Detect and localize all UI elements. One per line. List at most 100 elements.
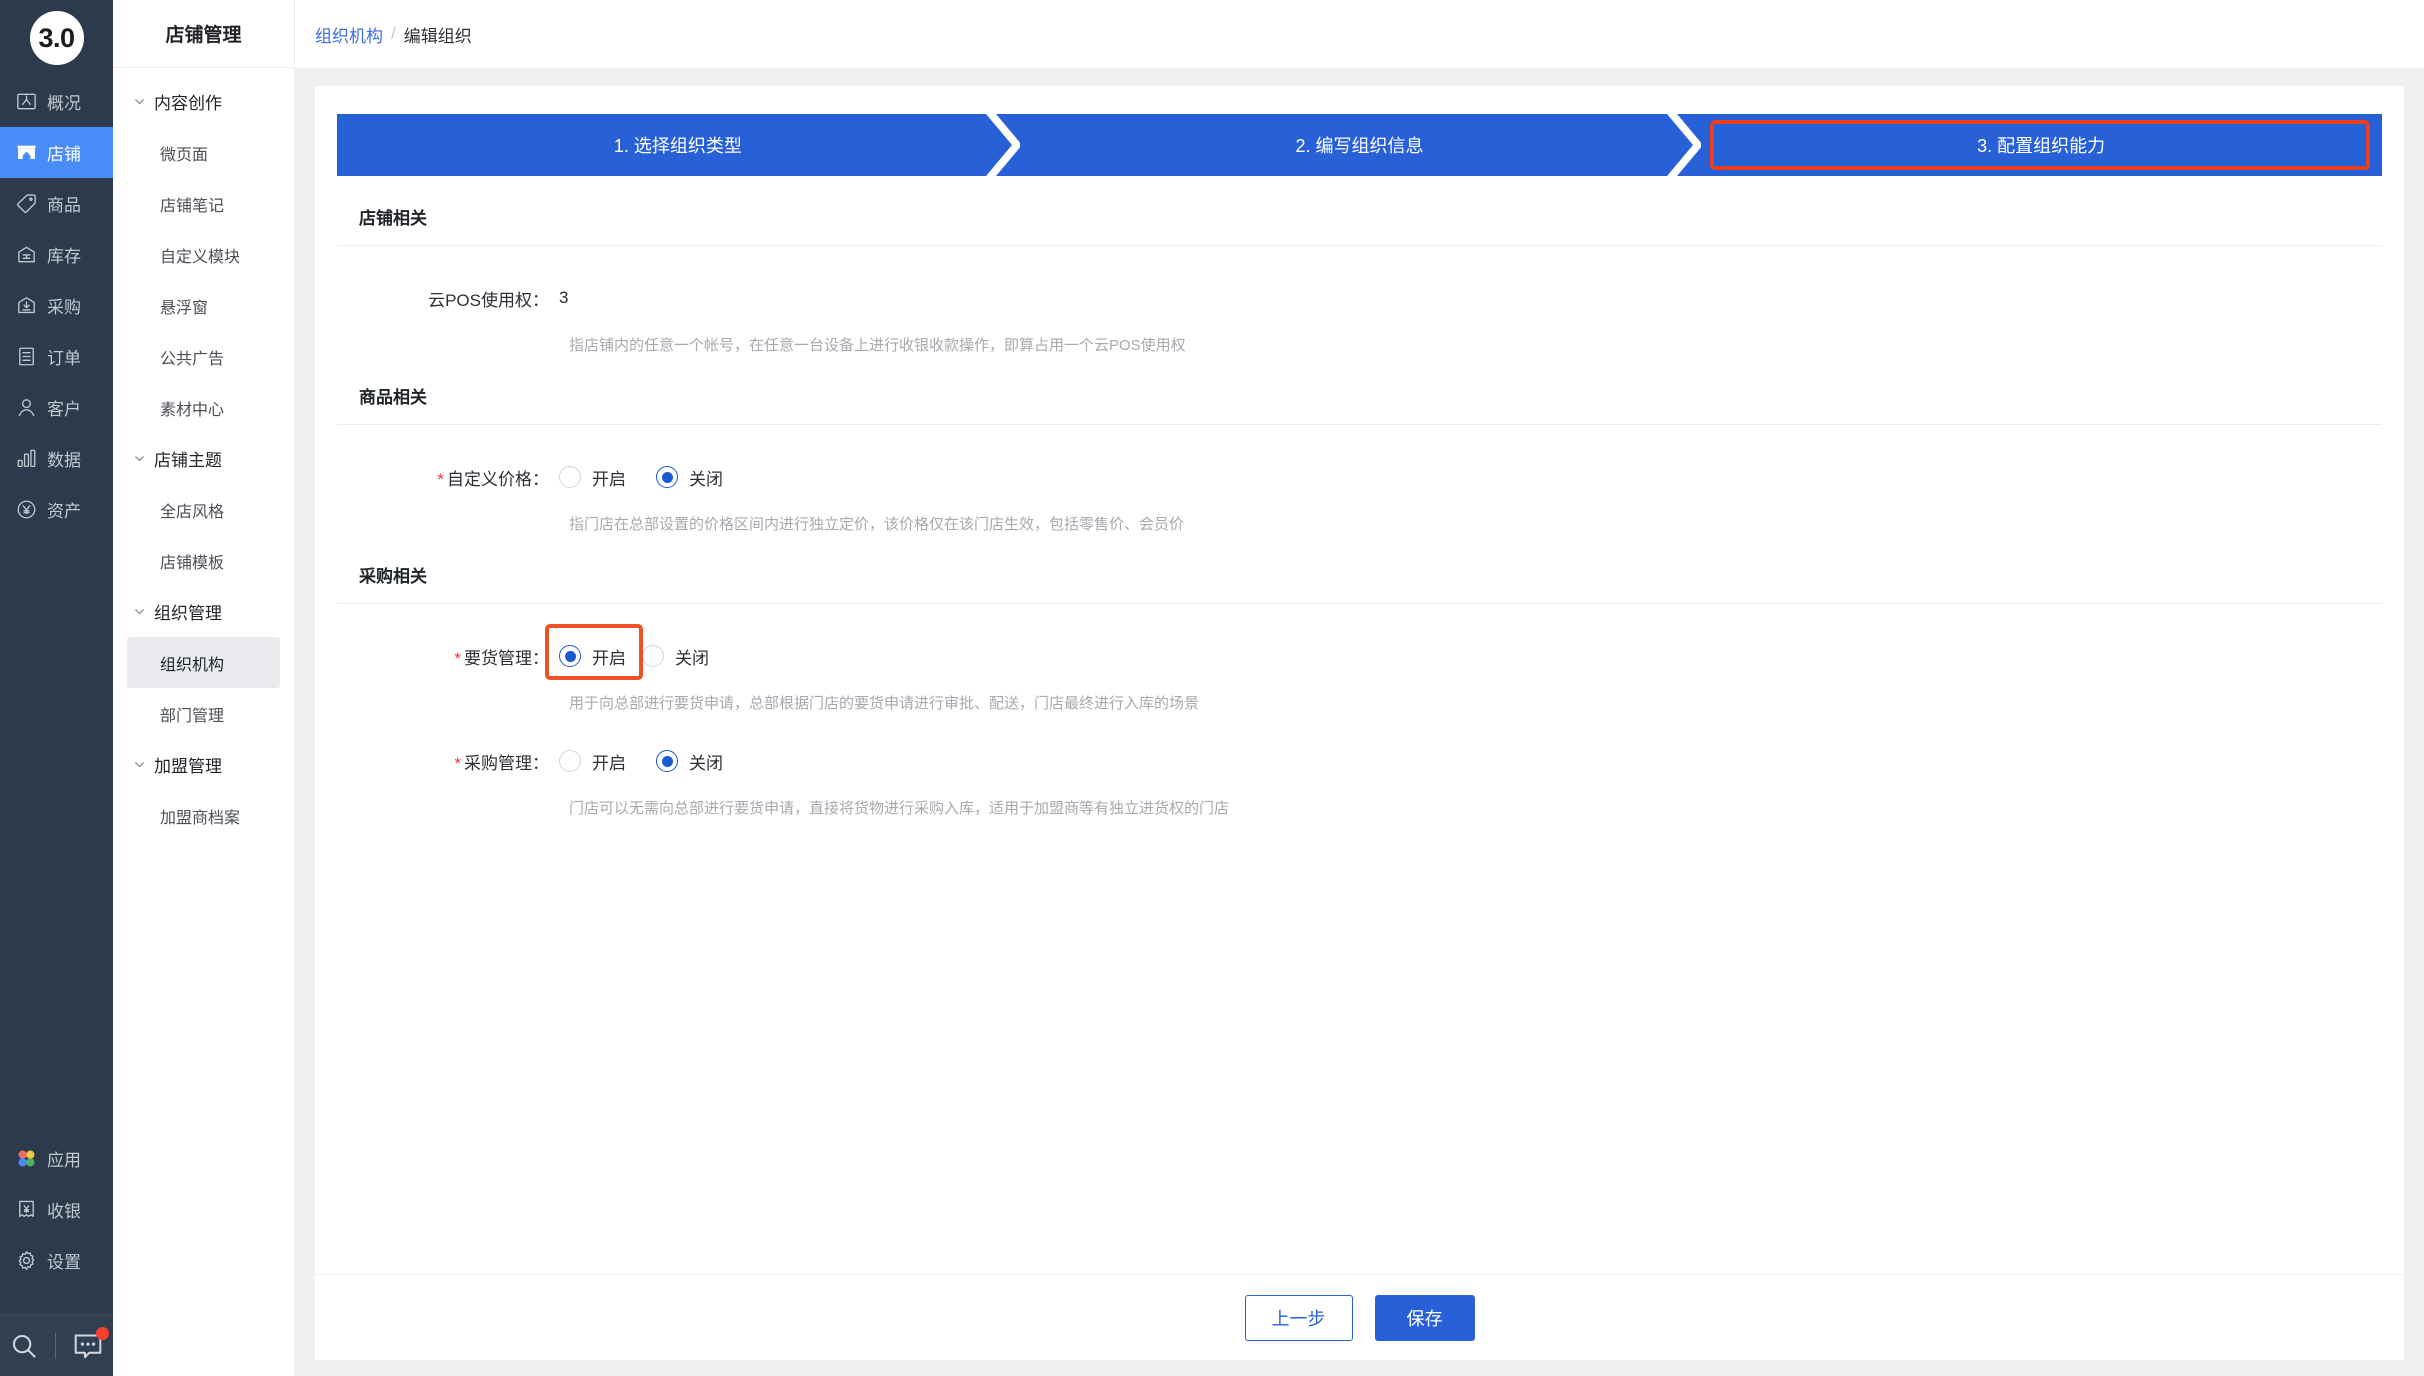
nav-group-label: 组织管理 [154,604,222,623]
radio-option-关闭[interactable]: 关闭 [656,749,753,774]
search-icon[interactable] [9,1331,39,1361]
radio-group: 开启 关闭 [545,623,739,680]
field-value: 3 [559,288,569,307]
radio-option-关闭[interactable]: 关闭 [656,465,753,490]
required-asterisk: * [454,753,461,773]
nav-group-4[interactable]: 加盟管理 [113,739,294,790]
save-button[interactable]: 保存 [1374,1294,1475,1341]
sidebar-item-label: 概况 [47,94,81,113]
field-label-text: 自定义价格： [447,469,549,489]
sidebar-item-1[interactable]: 应用 [0,1133,113,1184]
sidebar-item-3[interactable]: 商品 [0,178,113,229]
chevron-down-icon [133,452,146,465]
field-label-text: 要货管理： [464,648,549,668]
stepper: 1. 选择组织类型 2. 编写组织信息 3. 配置组织能力 [337,114,2383,176]
stepper-step-label: 2. 编写组织信息 [1295,136,1424,156]
field-hint: 用于向总部进行要货申请，总部根据门店的要货申请进行审批、配送，门店最终进行入库的… [569,695,1200,712]
sidebar-item-label: 数据 [47,451,81,470]
nav-item-label: 加盟商档案 [160,809,241,827]
nav-item-label: 店铺笔记 [160,197,225,215]
user-icon [14,396,38,420]
field-hint: 指店铺内的任意一个帐号，在任意一台设备上进行收银收款操作，即算占用一个云POS使… [569,337,1186,354]
nav-item-悬浮窗[interactable]: 悬浮窗 [127,280,280,331]
radio-indicator[interactable] [656,466,678,488]
sidebar-item-label: 资产 [47,502,81,521]
breadcrumb-current: 编辑组织 [403,26,472,46]
radio-option-label: 关闭 [689,469,723,489]
radio-option-关闭[interactable]: 关闭 [642,644,739,669]
content-scroll-region: 1. 选择组织类型 2. 编写组织信息 3. 配置组织能力 店铺相关 云POS使用权：… [295,68,2424,1274]
sidebar-item-1[interactable]: 概况 [0,76,113,127]
sidebar-item-6[interactable]: 订单 [0,331,113,382]
radio-indicator[interactable] [559,645,581,667]
sidebar-item-7[interactable]: 客户 [0,382,113,433]
purchase-icon [14,294,38,318]
form-row: * 要货管理： 开启 关闭 [337,623,2382,680]
secondary-sidebar: 店铺管理 内容创作 微页面 店铺笔记 自定义模块 悬浮窗 公共广告 素材中心 店铺主题 全店风格… [113,0,295,1376]
breadcrumb-parent-link[interactable]: 组织机构 [315,22,383,47]
shop-icon [14,141,38,165]
nav-item-label: 组织机构 [160,656,225,674]
nav-item-label: 公共广告 [160,350,225,368]
radio-option-开启[interactable]: 开启 [546,633,642,680]
primary-nav-secondary-list: 应用收银设置 [0,1133,113,1286]
sidebar-item-label: 采购 [47,298,81,317]
nav-item-微页面[interactable]: 微页面 [127,127,280,178]
stepper-step-2[interactable]: 2. 编写组织信息 [1018,114,1704,176]
sidebar-item-5[interactable]: 采购 [0,280,113,331]
primary-sidebar: 3.0 概况 店铺 商品 库存 采购 订单 客户 数据 资产 应用 收银 设置 [0,0,113,1376]
radio-group: 开启 关闭 [559,465,753,490]
nav-group-3[interactable]: 组织管理 [113,586,294,637]
sidebar-item-4[interactable]: 库存 [0,229,113,280]
section-divider [337,424,2382,425]
message-icon[interactable] [72,1326,109,1361]
stepper-step-label: 3. 配置组织能力 [1977,136,2106,156]
nav-item-自定义模块[interactable]: 自定义模块 [127,229,280,280]
gear-icon [14,1249,38,1273]
nav-item-组织机构[interactable]: 组织机构 [127,637,280,688]
rail-footer-divider [55,1332,56,1359]
sidebar-item-3[interactable]: 设置 [0,1235,113,1286]
nav-item-label: 悬浮窗 [160,299,209,317]
nav-item-店铺笔记[interactable]: 店铺笔记 [127,178,280,229]
nav-group-2[interactable]: 店铺主题 [113,433,294,484]
radio-indicator[interactable] [642,645,664,667]
tag-icon [14,192,38,216]
nav-item-全店风格[interactable]: 全店风格 [127,484,280,535]
radio-option-label: 开启 [592,753,626,773]
previous-step-button[interactable]: 上一步 [1244,1294,1353,1341]
radio-indicator[interactable] [559,750,581,772]
sidebar-item-label: 库存 [47,247,81,266]
dashboard-icon [14,90,38,114]
sidebar-item-2[interactable]: 店铺 [0,127,113,178]
main-area: 组织机构 / 编辑组织 1. 选择组织类型 2. 编写组织信息 3. 配置组织能力 … [295,0,2424,1376]
nav-item-label: 部门管理 [160,707,225,725]
sidebar-item-2[interactable]: 收银 [0,1184,113,1235]
nav-item-加盟商档案[interactable]: 加盟商档案 [127,790,280,841]
warehouse-icon [14,243,38,267]
stepper-step-label: 1. 选择组织类型 [613,136,742,156]
section-title-3: 采购相关 [359,567,427,586]
nav-item-label: 微页面 [160,146,209,164]
primary-nav-list: 概况店铺商品库存采购订单 客户数据资产 [0,76,113,535]
radio-indicator[interactable] [656,750,678,772]
sidebar-item-label: 收银 [47,1202,81,1221]
nav-group-1[interactable]: 内容创作 [113,76,294,127]
sidebar-item-8[interactable]: 数据 [0,433,113,484]
sidebar-item-label: 店铺 [47,145,81,164]
radio-option-开启[interactable]: 开启 [559,465,656,490]
stepper-step-1[interactable]: 1. 选择组织类型 [337,114,1022,176]
secondary-nav-list: 内容创作微页面店铺笔记自定义模块悬浮窗公共广告素材中心店铺主题全店风格 店铺模板组… [113,68,294,841]
nav-item-公共广告[interactable]: 公共广告 [127,331,280,382]
nav-item-部门管理[interactable]: 部门管理 [127,688,280,739]
nav-group-label: 店铺主题 [154,451,222,470]
radio-group: 开启 关闭 [559,749,753,774]
stepper-chevron-separator [1667,114,1704,176]
nav-item-素材中心[interactable]: 素材中心 [127,382,280,433]
stepper-step-3[interactable]: 3. 配置组织能力 [1700,114,2383,176]
nav-item-店铺模板[interactable]: 店铺模板 [127,535,280,586]
radio-option-开启[interactable]: 开启 [559,749,656,774]
radio-indicator[interactable] [559,466,581,488]
sidebar-item-9[interactable]: 资产 [0,484,113,535]
sidebar-item-label: 商品 [47,196,81,215]
